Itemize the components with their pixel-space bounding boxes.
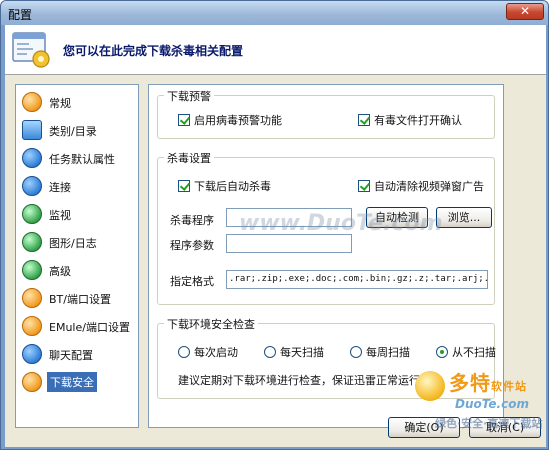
sidebar-item-general[interactable]: 常规 <box>20 89 136 115</box>
sidebar: 常规 类别/目录 任务默认属性 连接 监视 图形/日志 高级 BT/端口设置 E… <box>15 84 139 428</box>
chart-icon <box>22 232 42 252</box>
bt-icon <box>22 288 42 308</box>
radio-label: 每次启动 <box>194 346 238 359</box>
emule-icon <box>22 316 42 336</box>
radio-icon <box>264 346 276 358</box>
formats-input[interactable]: .rar;.zip;.exe;.doc;.com;.bin;.gz;.z;.ta… <box>226 270 488 289</box>
folder-icon <box>22 120 42 140</box>
sidebar-item-download-security[interactable]: 下载安全 <box>20 369 136 395</box>
browse-button[interactable]: 浏览... <box>436 207 492 228</box>
close-button[interactable]: ✕ <box>506 3 544 20</box>
sidebar-item-label: 聊天配置 <box>49 349 93 362</box>
radio-icon <box>436 346 448 358</box>
sidebar-item-label: 下载安全 <box>47 372 97 392</box>
title-bar[interactable]: 配置 ✕ <box>1 1 548 25</box>
sidebar-item-label: BT/端口设置 <box>49 293 111 306</box>
radio-icon <box>350 346 362 358</box>
radio-icon <box>178 346 190 358</box>
connect-icon <box>22 176 42 196</box>
close-icon: ✕ <box>519 4 531 18</box>
radio-every-start[interactable]: 每次启动 <box>178 344 238 360</box>
sidebar-item-label: 常规 <box>49 97 71 110</box>
auto-scan-checkbox[interactable]: 下载后自动杀毒 <box>178 178 271 194</box>
user-icon <box>22 92 42 112</box>
antivirus-group-title: 杀毒设置 <box>164 150 214 166</box>
env-check-group-title: 下载环境安全检查 <box>164 316 258 332</box>
params-input[interactable] <box>226 234 352 253</box>
radio-daily[interactable]: 每天扫描 <box>264 344 324 360</box>
sidebar-item-advanced[interactable]: 高级 <box>20 257 136 283</box>
logo-cn-text: 多特软件站 <box>449 367 527 396</box>
config-window: 配置 ✕ 您可以在此完成下载杀毒相关配置 常规 类别/目录 任务默认属性 连接 … <box>0 0 549 450</box>
confirm-open-label: 有毒文件打开确认 <box>374 114 462 127</box>
program-label: 杀毒程序 <box>170 214 214 227</box>
sidebar-item-connection[interactable]: 连接 <box>20 173 136 199</box>
warning-group: 下载预警 启用病毒预警功能 有毒文件打开确认 <box>157 88 495 139</box>
logo-cn: 多特 <box>449 371 491 395</box>
radio-label: 每天扫描 <box>280 346 324 359</box>
logo-tagline: 绿色·安全·高速下载站 <box>435 417 543 430</box>
checkbox-icon <box>178 114 190 126</box>
env-advice-text: 建议定期对下载环境进行检查，保证迅雷正常运行 <box>178 374 420 387</box>
gear-icon <box>22 260 42 280</box>
sidebar-item-label: 连接 <box>49 181 71 194</box>
auto-clear-ads-label: 自动清除视频弹窗广告 <box>374 180 484 193</box>
header-banner: 您可以在此完成下载杀毒相关配置 <box>5 25 546 75</box>
radio-label: 每周扫描 <box>366 346 410 359</box>
settings-window-icon <box>12 32 50 68</box>
sidebar-item-label: 高级 <box>49 265 71 278</box>
sidebar-item-category[interactable]: 类别/目录 <box>20 117 136 143</box>
sidebar-item-emule-port[interactable]: EMule/端口设置 <box>20 313 136 339</box>
radio-weekly[interactable]: 每周扫描 <box>350 344 410 360</box>
warning-group-title: 下载预警 <box>164 88 214 104</box>
auto-scan-label: 下载后自动杀毒 <box>194 180 271 193</box>
monitor-icon <box>22 204 42 224</box>
sidebar-item-chat[interactable]: 聊天配置 <box>20 341 136 367</box>
radio-label: 从不扫描 <box>452 346 496 359</box>
site-watermark: www.DuoTe.com <box>239 211 443 236</box>
chat-icon <box>22 344 42 364</box>
sidebar-item-label: 图形/日志 <box>49 237 97 250</box>
logo-cn-suffix: 软件站 <box>491 380 527 393</box>
params-label: 程序参数 <box>170 239 214 252</box>
enable-warning-label: 启用病毒预警功能 <box>194 114 282 127</box>
sidebar-item-task-defaults[interactable]: 任务默认属性 <box>20 145 136 171</box>
logo-en-text: DuoTe.com <box>455 397 529 411</box>
sidebar-item-label: 任务默认属性 <box>49 153 115 166</box>
sidebar-item-graph-log[interactable]: 图形/日志 <box>20 229 136 255</box>
sidebar-item-bt-port[interactable]: BT/端口设置 <box>20 285 136 311</box>
logo-ball-icon <box>415 371 445 401</box>
header-text: 您可以在此完成下载杀毒相关配置 <box>63 44 244 58</box>
sidebar-item-monitor[interactable]: 监视 <box>20 201 136 227</box>
checkbox-icon <box>178 180 190 192</box>
window-title: 配置 <box>8 8 33 22</box>
sidebar-item-label: EMule/端口设置 <box>49 321 130 334</box>
checkbox-icon <box>358 180 370 192</box>
sidebar-item-label: 监视 <box>49 209 71 222</box>
sidebar-item-label: 类别/目录 <box>49 125 97 138</box>
checkbox-icon <box>358 114 370 126</box>
auto-clear-ads-checkbox[interactable]: 自动清除视频弹窗广告 <box>358 178 484 194</box>
logo-watermark: 多特软件站 DuoTe.com 绿色·安全·高速下载站 <box>415 367 548 437</box>
formats-label: 指定格式 <box>170 275 214 288</box>
radio-never[interactable]: 从不扫描 <box>436 344 496 360</box>
shield-icon <box>22 372 42 392</box>
star-icon <box>22 148 42 168</box>
confirm-open-checkbox[interactable]: 有毒文件打开确认 <box>358 112 462 128</box>
enable-warning-checkbox[interactable]: 启用病毒预警功能 <box>178 112 282 128</box>
